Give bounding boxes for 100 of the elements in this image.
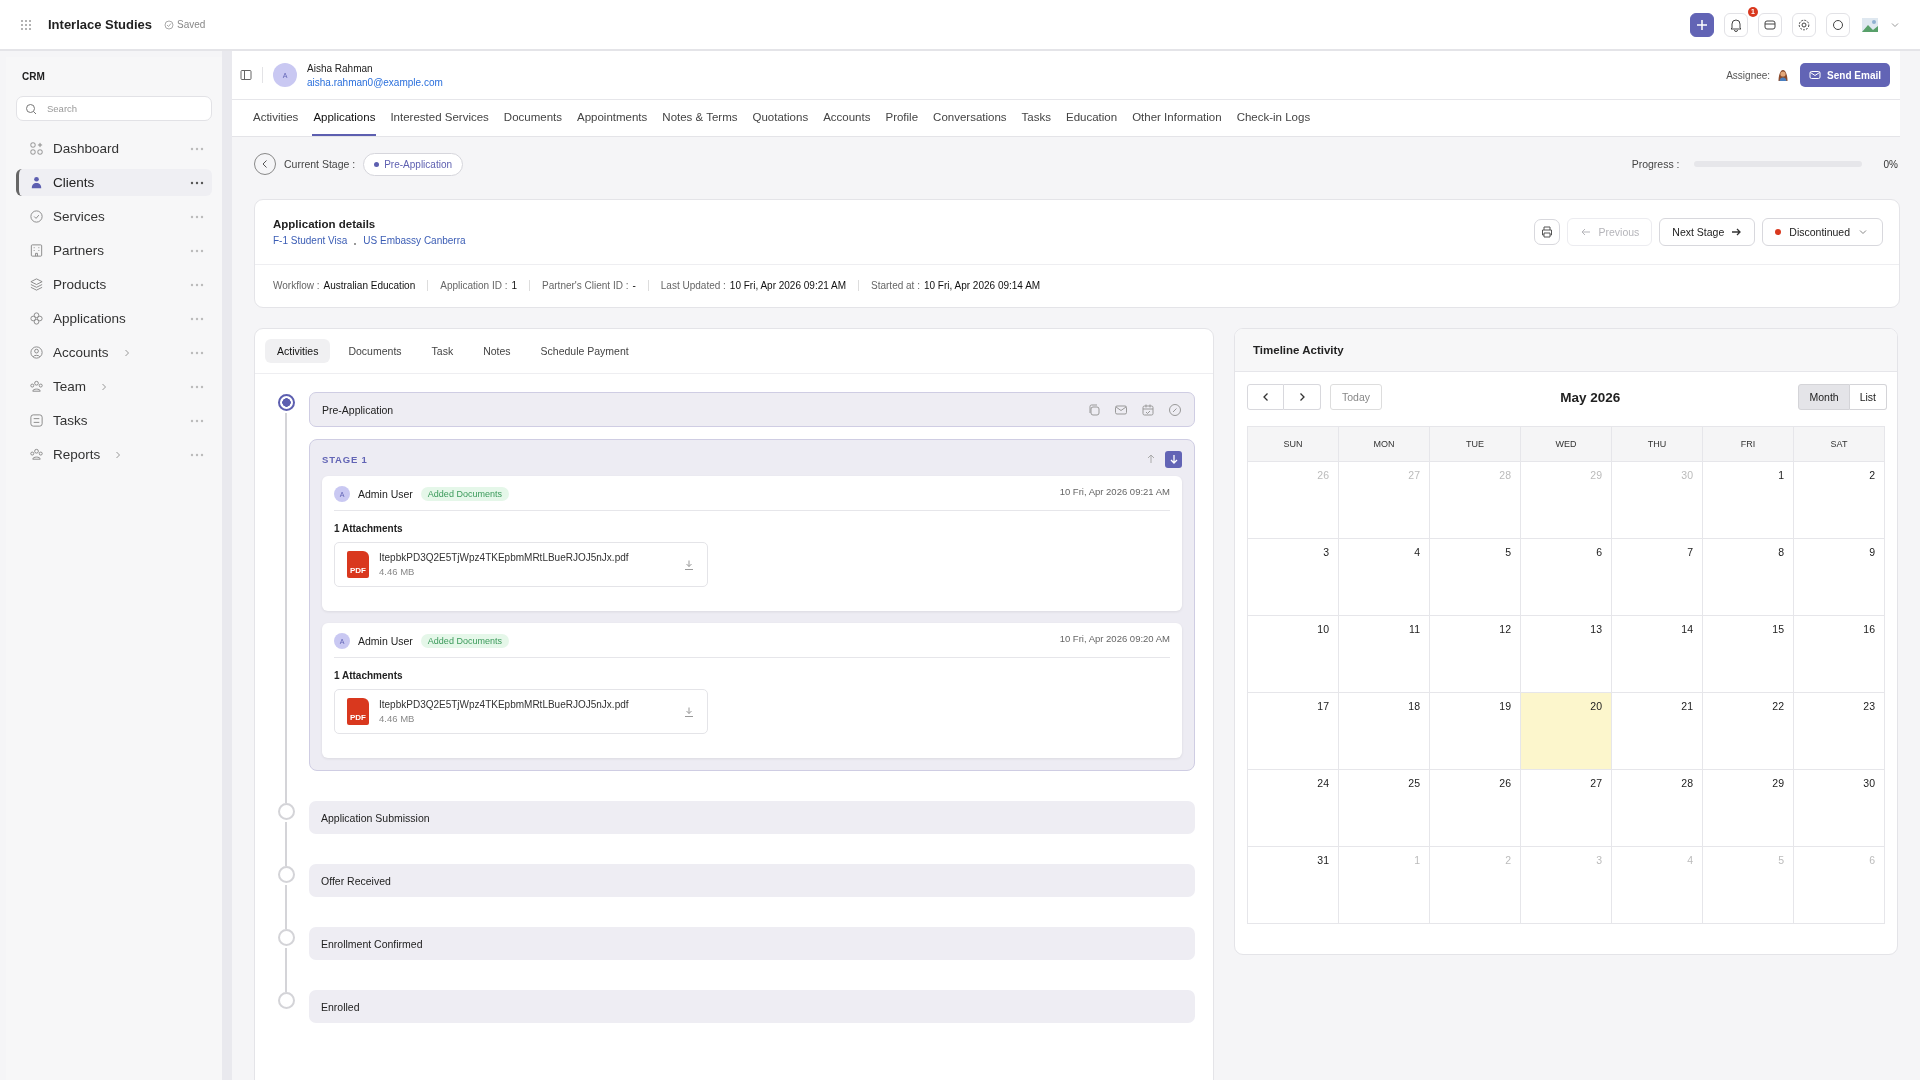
calendar-day[interactable]: 31	[1248, 847, 1339, 924]
calendar-day[interactable]: 9	[1794, 539, 1885, 616]
calendar-day[interactable]: 6	[1521, 539, 1612, 616]
view-toggle[interactable]: Month	[1798, 384, 1850, 410]
attachment-item[interactable]: PDF ItepbkPD3Q2E5TjWpz4TKEpbmMRtLBueRJOJ5nJx.pdf 4.46 MB	[334, 542, 708, 587]
sidebar-item[interactable]: Products	[16, 271, 212, 298]
download-icon[interactable]	[683, 705, 695, 718]
user-circle-icon	[29, 345, 44, 360]
calendar-day[interactable]: 3	[1248, 539, 1339, 616]
previous-month-button[interactable]	[1247, 384, 1284, 410]
user-name: Admin User	[358, 635, 413, 647]
tab[interactable]: Documents	[502, 100, 563, 136]
calendar-day[interactable]: 16	[1794, 616, 1885, 693]
calendar-day[interactable]: 25	[1339, 770, 1430, 847]
sidebar-item[interactable]: Tasks	[16, 407, 212, 434]
copy-icon[interactable]	[1087, 402, 1101, 417]
stage-name: Offer Received	[321, 874, 391, 887]
calendar-day[interactable]: 12	[1430, 616, 1521, 693]
attachment-item[interactable]: PDF ItepbkPD3Q2E5TjWpz4TKEpbmMRtLBueRJOJ5nJx.pdf 4.46 MB	[334, 689, 708, 734]
client-email-link[interactable]: aisha.rahman0@example.com	[307, 76, 443, 88]
sidebar-item[interactable]: Reports	[16, 441, 212, 468]
print-button[interactable]	[1534, 219, 1561, 245]
messages-button[interactable]	[1758, 12, 1782, 37]
next-month-button[interactable]	[1284, 384, 1321, 410]
timestamp: 10 Fri, Apr 2026 09:21 AM	[1059, 486, 1170, 497]
download-icon[interactable]	[683, 558, 695, 571]
tab[interactable]: Tasks	[1020, 100, 1052, 136]
check-circle-icon	[164, 19, 175, 30]
tab[interactable]: Activities	[252, 100, 300, 136]
sidebar-item[interactable]: Partners	[16, 237, 212, 264]
sidebar-toggle-icon[interactable]	[240, 69, 252, 81]
calendar-day[interactable]: 2	[1794, 462, 1885, 539]
calendar-day[interactable]: 18	[1339, 693, 1430, 770]
tab[interactable]: Conversations	[932, 100, 1008, 136]
tab[interactable]: Notes & Terms	[661, 100, 739, 136]
tab[interactable]: Quotations	[751, 100, 810, 136]
stage-header[interactable]: Application Submission	[309, 801, 1195, 834]
stage-header[interactable]: Enrolled	[309, 990, 1195, 1023]
send-email-button[interactable]: Send Email	[1800, 63, 1890, 87]
arrow-up-icon[interactable]	[1145, 453, 1157, 465]
calendar-day[interactable]: 27	[1521, 770, 1612, 847]
calendar-day[interactable]: 1	[1703, 462, 1794, 539]
more-icon[interactable]	[190, 180, 204, 185]
mail-icon[interactable]	[1114, 402, 1128, 417]
calendar-day[interactable]: 17	[1248, 693, 1339, 770]
tab[interactable]: Check-in Logs	[1235, 100, 1312, 136]
status-dropdown[interactable]: Discontinued	[1762, 218, 1883, 246]
calendar-day[interactable]: 29	[1703, 770, 1794, 847]
meta-value: -	[632, 280, 636, 291]
calendar-day[interactable]: 10	[1248, 616, 1339, 693]
tab[interactable]: Education	[1065, 100, 1119, 136]
calendar-day[interactable]: 5	[1430, 539, 1521, 616]
calendar-day[interactable]: 14	[1612, 616, 1703, 693]
add-button[interactable]	[1690, 12, 1714, 37]
calendar-day[interactable]: 21	[1612, 693, 1703, 770]
notifications-button[interactable]	[1724, 12, 1748, 37]
tab[interactable]: Documents	[336, 339, 414, 363]
today-button[interactable]: Today	[1330, 384, 1383, 410]
tab[interactable]: Appointments	[576, 100, 649, 136]
tab[interactable]: Interested Services	[389, 100, 490, 136]
view-toggle[interactable]: List	[1849, 384, 1887, 410]
next-stage-button[interactable]: Next Stage	[1659, 218, 1756, 246]
apps-grid-icon[interactable]	[20, 18, 32, 31]
tab[interactable]: Other Information	[1131, 100, 1223, 136]
calendar-day[interactable]: 26	[1430, 770, 1521, 847]
calendar-day[interactable]: 22	[1703, 693, 1794, 770]
calendar-day[interactable]: 7	[1612, 539, 1703, 616]
sort-down-button[interactable]	[1165, 450, 1182, 468]
calendar-day[interactable]: 24	[1248, 770, 1339, 847]
calendar-icon[interactable]	[1141, 402, 1155, 417]
calendar-day[interactable]: 28	[1612, 770, 1703, 847]
settings-button[interactable]	[1792, 12, 1816, 37]
calendar-day[interactable]: 20	[1521, 693, 1612, 770]
stage-radio[interactable]	[277, 394, 295, 411]
calendar-day[interactable]: 30	[1794, 770, 1885, 847]
tab[interactable]: Schedule Payment	[528, 339, 641, 363]
stage-header[interactable]: Pre-Application	[309, 392, 1195, 427]
sidebar-item[interactable]: Dashboard	[16, 135, 212, 162]
stage-header[interactable]: Offer Received	[309, 864, 1195, 897]
tab[interactable]: Activities	[265, 339, 331, 363]
search-field[interactable]: Search	[16, 96, 212, 121]
stage-header[interactable]: Enrollment Confirmed	[309, 927, 1195, 960]
calendar-day[interactable]: 15	[1703, 616, 1794, 693]
file-type-icon: PDF	[347, 551, 369, 578]
sidebar-item[interactable]: Team	[16, 373, 212, 400]
calendar-day[interactable]: 11	[1339, 616, 1430, 693]
tab[interactable]: Profile	[884, 100, 920, 136]
detail-link[interactable]: US Embassy Canberra	[363, 235, 466, 246]
sidebar-item[interactable]: Accounts	[16, 339, 212, 366]
calendar-day[interactable]: 4	[1339, 539, 1430, 616]
sidebar-item[interactable]: Services	[16, 203, 212, 230]
sidebar-item[interactable]: Applications	[16, 305, 212, 332]
calendar-day[interactable]: 8	[1703, 539, 1794, 616]
sidebar-item[interactable]: Clients	[16, 169, 212, 196]
calendar-day[interactable]: 23	[1794, 693, 1885, 770]
tab[interactable]: Notes	[471, 339, 523, 363]
detail-link[interactable]: F-1 Student Visa	[273, 235, 348, 246]
tab[interactable]: Accounts	[822, 100, 872, 136]
search-button[interactable]	[1826, 12, 1850, 37]
tab[interactable]: Task	[419, 339, 466, 363]
